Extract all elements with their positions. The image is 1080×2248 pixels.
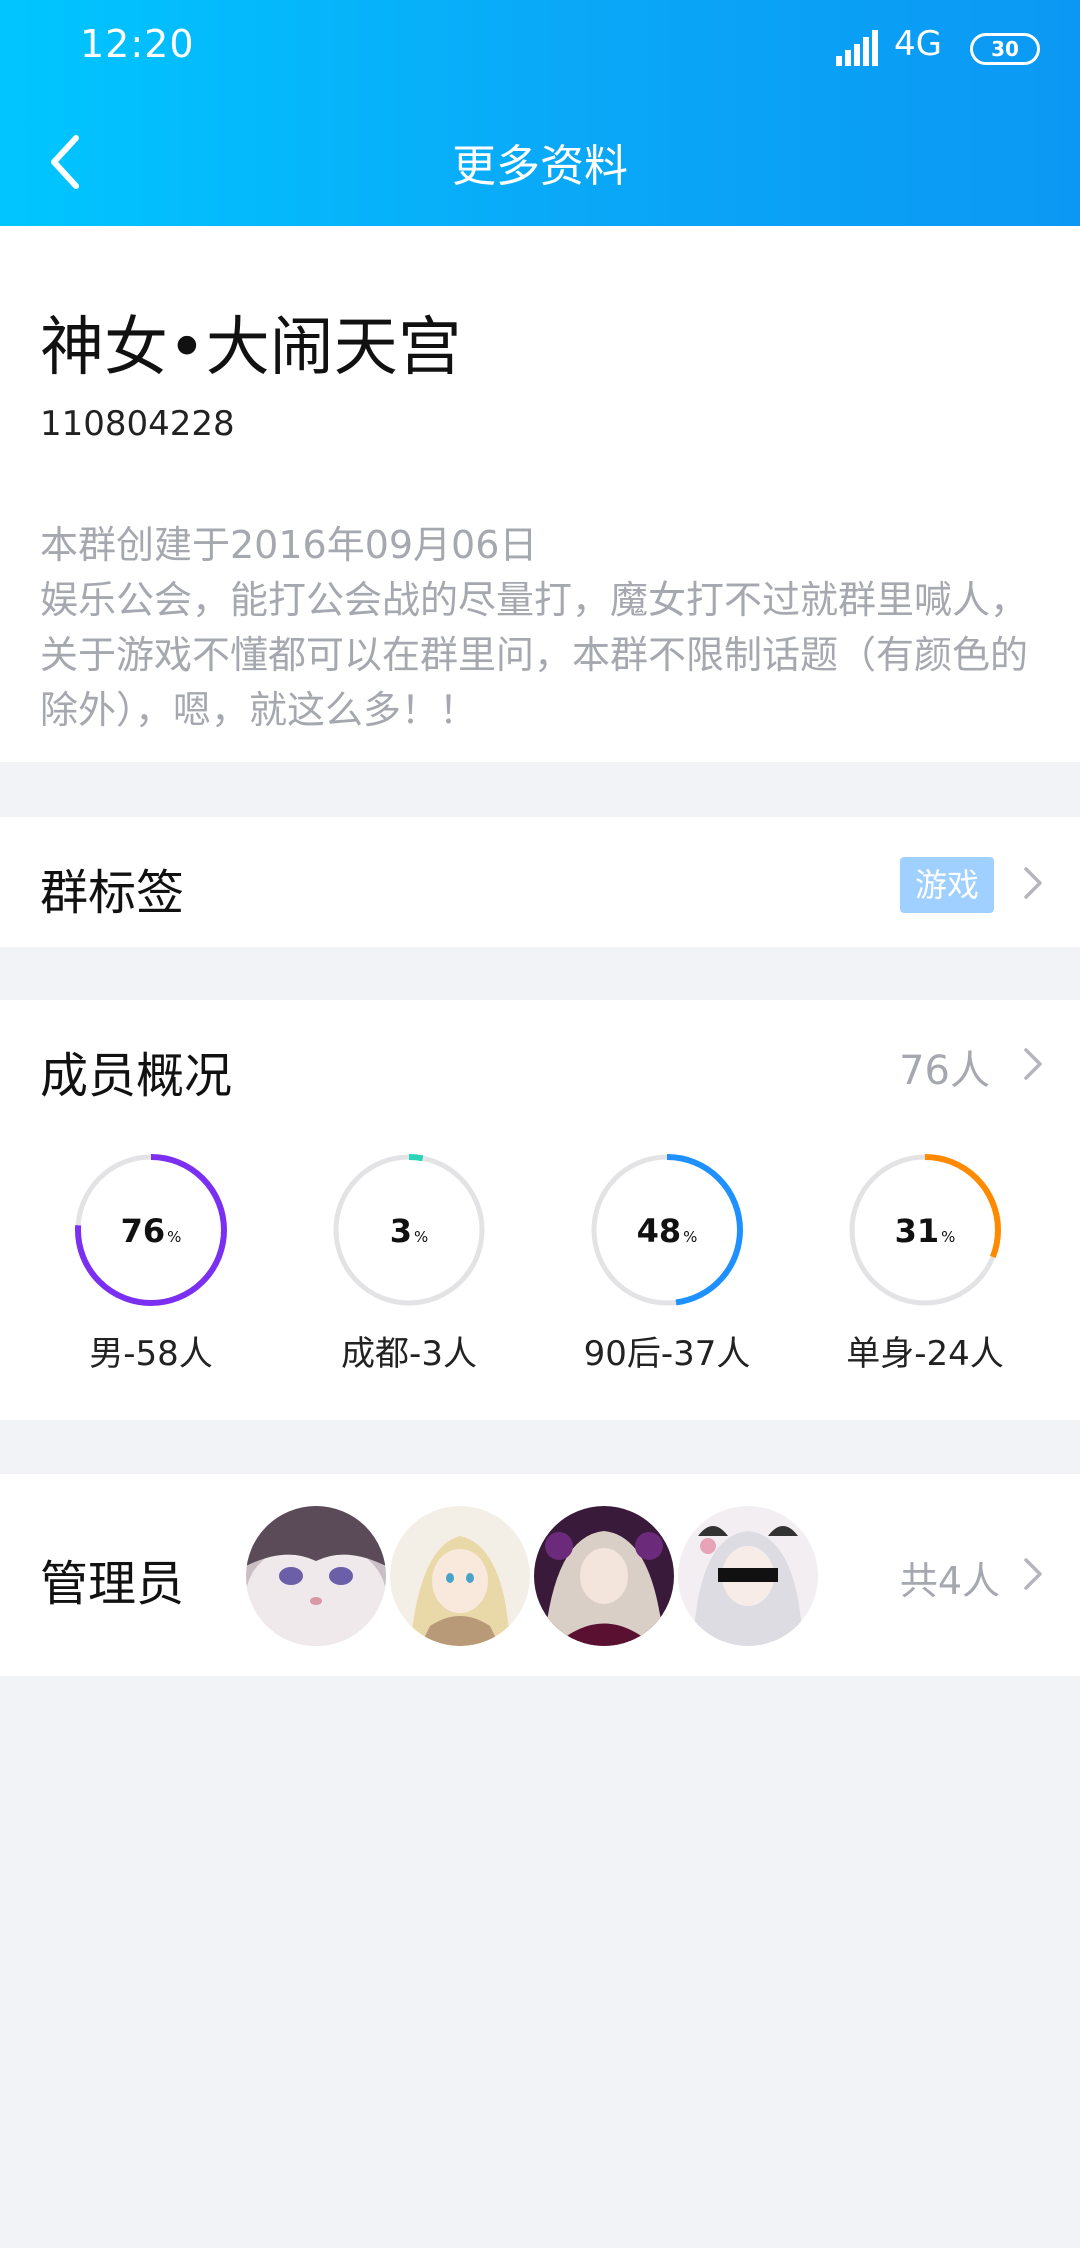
stat-caption: 男-58人 [89, 1334, 213, 1374]
group-created-date: 本群创建于2016年09月06日 [40, 523, 538, 567]
chevron-right-icon [1024, 1558, 1042, 1590]
stat-value: 31 [895, 1212, 940, 1250]
admin-avatar-blonde[interactable] [390, 1506, 530, 1646]
status-time: 12:20 [80, 22, 195, 66]
ring-chart: 3% [333, 1154, 485, 1306]
svg-text:76%: 76% [121, 1212, 182, 1250]
svg-text:48%: 48% [637, 1212, 698, 1250]
group-tags-row[interactable]: 群标签 游戏 [0, 817, 1080, 947]
network-type: 4G [894, 24, 942, 64]
admin-avatar-cat[interactable] [246, 1506, 386, 1646]
admins-row[interactable]: 管理员 共4人 [0, 1474, 1080, 1676]
group-tags-label: 群标签 [40, 865, 185, 921]
stat-unit: % [683, 1228, 697, 1246]
admin-total: 共4人 [899, 1559, 1000, 1603]
stat-caption: 90后-37人 [583, 1334, 751, 1374]
nav-bar: 更多资料 [0, 96, 1080, 226]
member-overview-label: 成员概况 [40, 1048, 233, 1104]
tag-badge: 游戏 [900, 857, 994, 913]
svg-text:3%: 3% [390, 1212, 429, 1250]
stat-age: 48% 90后-37人 [552, 1152, 782, 1375]
stat-caption: 单身-24人 [846, 1334, 1004, 1374]
stat-value: 3 [390, 1212, 412, 1250]
stat-unit: % [167, 1228, 181, 1246]
admin-avatar-dark-girl[interactable] [534, 1506, 674, 1646]
member-count: 76人 [899, 1048, 990, 1094]
stat-single: 31% 单身-24人 [810, 1152, 1040, 1375]
stat-unit: % [941, 1228, 955, 1246]
ring-chart: 76% [75, 1154, 227, 1306]
ring-chart: 31% [849, 1154, 1001, 1306]
group-name: 神女•大闹天宫 [40, 311, 462, 385]
member-stats: 76% 男-58人 3% 成都-3人 48% 90后-37人 31 % 单身-2… [0, 1152, 1080, 1382]
stat-unit: % [414, 1228, 428, 1246]
chevron-right-icon [1024, 1048, 1042, 1080]
signal-icon [836, 30, 878, 66]
admin-avatar-white-hair[interactable] [678, 1506, 818, 1646]
group-id: 110804228 [40, 404, 235, 444]
battery-icon: 30 [970, 33, 1040, 65]
ring-chart: 48% [591, 1154, 743, 1306]
stat-male: 76% 男-58人 [36, 1152, 266, 1375]
stat-value: 48 [637, 1212, 682, 1250]
svg-text:31%: 31% [895, 1212, 956, 1250]
member-overview-card[interactable]: 成员概况 76人 76% 男-58人 3% 成都-3人 48% 90后-37人 … [0, 1000, 1080, 1420]
admins-label: 管理员 [40, 1556, 185, 1612]
header: 12:20 4G 30 更多资料 [0, 0, 1080, 226]
stat-caption: 成都-3人 [341, 1334, 477, 1374]
group-description: 本群创建于2016年09月06日 娱乐公会，能打公会战的尽量打，魔女打不过就群里… [40, 518, 1040, 738]
stat-value: 76 [121, 1212, 166, 1250]
stat-city: 3% 成都-3人 [294, 1152, 524, 1375]
group-intro: 娱乐公会，能打公会战的尽量打，魔女打不过就群里喊人，关于游戏不懂都可以在群里问，… [40, 578, 1029, 732]
page-title: 更多资料 [452, 141, 628, 192]
group-info-card: 神女•大闹天宫 110804228 本群创建于2016年09月06日 娱乐公会，… [0, 226, 1080, 762]
status-bar: 12:20 4G 30 [0, 0, 1080, 96]
chevron-right-icon [1024, 867, 1042, 899]
